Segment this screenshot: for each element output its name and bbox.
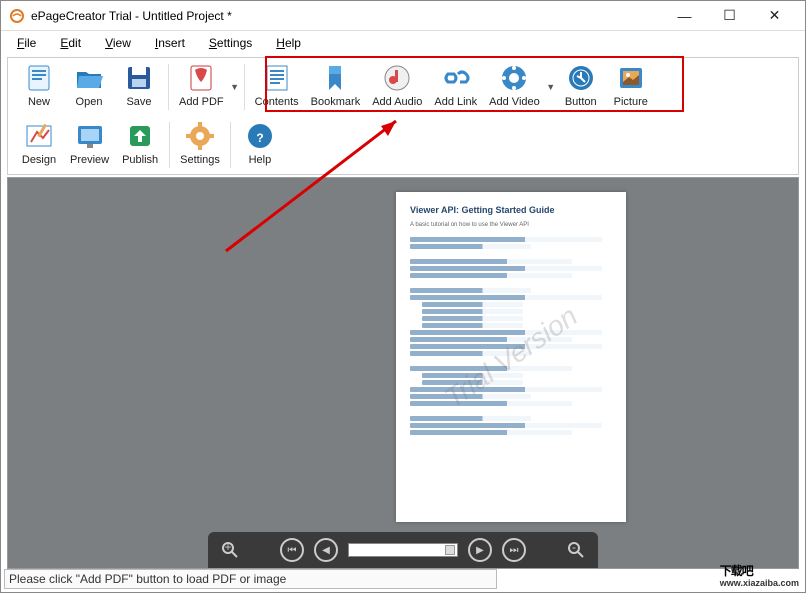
- open-icon: [73, 62, 105, 94]
- svg-text:-: -: [572, 541, 576, 554]
- zoom-out-button[interactable]: -: [566, 538, 586, 562]
- separator: [230, 122, 231, 168]
- design-button[interactable]: Design: [14, 118, 64, 168]
- settings-label: Settings: [180, 154, 220, 166]
- picture-icon: [615, 62, 647, 94]
- picture-label: Picture: [614, 96, 648, 108]
- first-button[interactable]: ⏮: [280, 538, 304, 562]
- menu-file[interactable]: File: [17, 36, 36, 50]
- help-label: Help: [249, 154, 272, 166]
- prev-button[interactable]: ◀: [314, 538, 338, 562]
- ui-button-button[interactable]: Button: [556, 60, 606, 110]
- window-controls: — ☐ ✕: [662, 2, 797, 30]
- svg-text:+: +: [224, 541, 231, 554]
- open-label: Open: [76, 96, 103, 108]
- design-icon: [23, 120, 55, 152]
- toolbar-row-1: New Open Save Add PDF ▼ Contents Bookmar…: [8, 58, 798, 116]
- help-button[interactable]: ? Help: [235, 118, 285, 168]
- menu-help[interactable]: Help: [276, 36, 301, 50]
- open-button[interactable]: Open: [64, 60, 114, 110]
- next-button[interactable]: ▶: [468, 538, 492, 562]
- add-pdf-button[interactable]: Add PDF: [173, 60, 230, 110]
- close-button[interactable]: ✕: [752, 2, 797, 30]
- window-title: ePageCreator Trial - Untitled Project *: [31, 9, 662, 23]
- publish-icon: [124, 120, 156, 152]
- separator: [169, 122, 170, 168]
- new-label: New: [28, 96, 50, 108]
- last-button[interactable]: ⏭: [502, 538, 526, 562]
- separator: [168, 64, 169, 110]
- minimize-button[interactable]: —: [662, 2, 707, 30]
- menu-settings[interactable]: Settings: [209, 36, 252, 50]
- publish-button[interactable]: Publish: [115, 118, 165, 168]
- status-bar: Please click "Add PDF" button to load PD…: [4, 569, 497, 589]
- page-slider[interactable]: [348, 543, 458, 557]
- add-audio-button[interactable]: Add Audio: [366, 60, 428, 110]
- doc-title: Viewer API: Getting Started Guide: [410, 204, 612, 217]
- status-text: Please click "Add PDF" button to load PD…: [9, 572, 286, 586]
- slider-thumb[interactable]: [445, 545, 455, 555]
- new-icon: [23, 62, 55, 94]
- contents-icon: [261, 62, 293, 94]
- publish-label: Publish: [122, 154, 158, 166]
- menu-edit[interactable]: Edit: [60, 36, 81, 50]
- link-icon: [440, 62, 472, 94]
- maximize-button[interactable]: ☐: [707, 2, 752, 30]
- bookmark-button[interactable]: Bookmark: [305, 60, 367, 110]
- canvas-area[interactable]: Viewer API: Getting Started Guide A basi…: [7, 177, 799, 569]
- button-icon: [565, 62, 597, 94]
- save-label: Save: [126, 96, 151, 108]
- new-button[interactable]: New: [14, 60, 64, 110]
- add-pdf-label: Add PDF: [179, 96, 224, 108]
- brand-cn: 下载吧: [720, 564, 753, 578]
- save-button[interactable]: Save: [114, 60, 164, 110]
- menubar: File Edit View Insert Settings Help: [1, 31, 805, 55]
- picture-button[interactable]: Picture: [606, 60, 656, 110]
- document-page[interactable]: Viewer API: Getting Started Guide A basi…: [396, 192, 626, 522]
- add-link-button[interactable]: Add Link: [428, 60, 483, 110]
- brand-url: www.xiazaiba.com: [720, 578, 799, 588]
- player-bar: + ⏮ ◀ ▶ ⏭ -: [208, 532, 598, 568]
- settings-icon: [184, 120, 216, 152]
- add-pdf-dropdown[interactable]: ▼: [230, 71, 240, 103]
- video-icon: [498, 62, 530, 94]
- menu-view[interactable]: View: [105, 36, 131, 50]
- add-video-dropdown[interactable]: ▼: [546, 71, 556, 103]
- add-link-label: Add Link: [434, 96, 477, 108]
- pdf-icon: [185, 62, 217, 94]
- bookmark-label: Bookmark: [311, 96, 361, 108]
- separator: [244, 64, 245, 110]
- preview-icon: [74, 120, 106, 152]
- brand-watermark: 下载吧 www.xiazaiba.com: [720, 550, 799, 588]
- contents-button[interactable]: Contents: [249, 60, 305, 110]
- audio-icon: [381, 62, 413, 94]
- preview-button[interactable]: Preview: [64, 118, 115, 168]
- contents-label: Contents: [255, 96, 299, 108]
- toolbar-row-2: Design Preview Publish Settings ? Help: [8, 116, 798, 174]
- add-video-button[interactable]: Add Video: [483, 60, 546, 110]
- titlebar: ePageCreator Trial - Untitled Project * …: [1, 1, 805, 31]
- doc-subtitle: A basic tutorial on how to use the Viewe…: [410, 221, 612, 229]
- zoom-in-button[interactable]: +: [220, 538, 240, 562]
- save-icon: [123, 62, 155, 94]
- help-icon: ?: [244, 120, 276, 152]
- preview-label: Preview: [70, 154, 109, 166]
- button-label: Button: [565, 96, 597, 108]
- bookmark-icon: [319, 62, 351, 94]
- toolbar-container: New Open Save Add PDF ▼ Contents Bookmar…: [7, 57, 799, 175]
- add-video-label: Add Video: [489, 96, 540, 108]
- svg-text:?: ?: [256, 131, 263, 145]
- design-label: Design: [22, 154, 56, 166]
- app-icon: [9, 8, 25, 24]
- menu-insert[interactable]: Insert: [155, 36, 185, 50]
- settings-button[interactable]: Settings: [174, 118, 226, 168]
- add-audio-label: Add Audio: [372, 96, 422, 108]
